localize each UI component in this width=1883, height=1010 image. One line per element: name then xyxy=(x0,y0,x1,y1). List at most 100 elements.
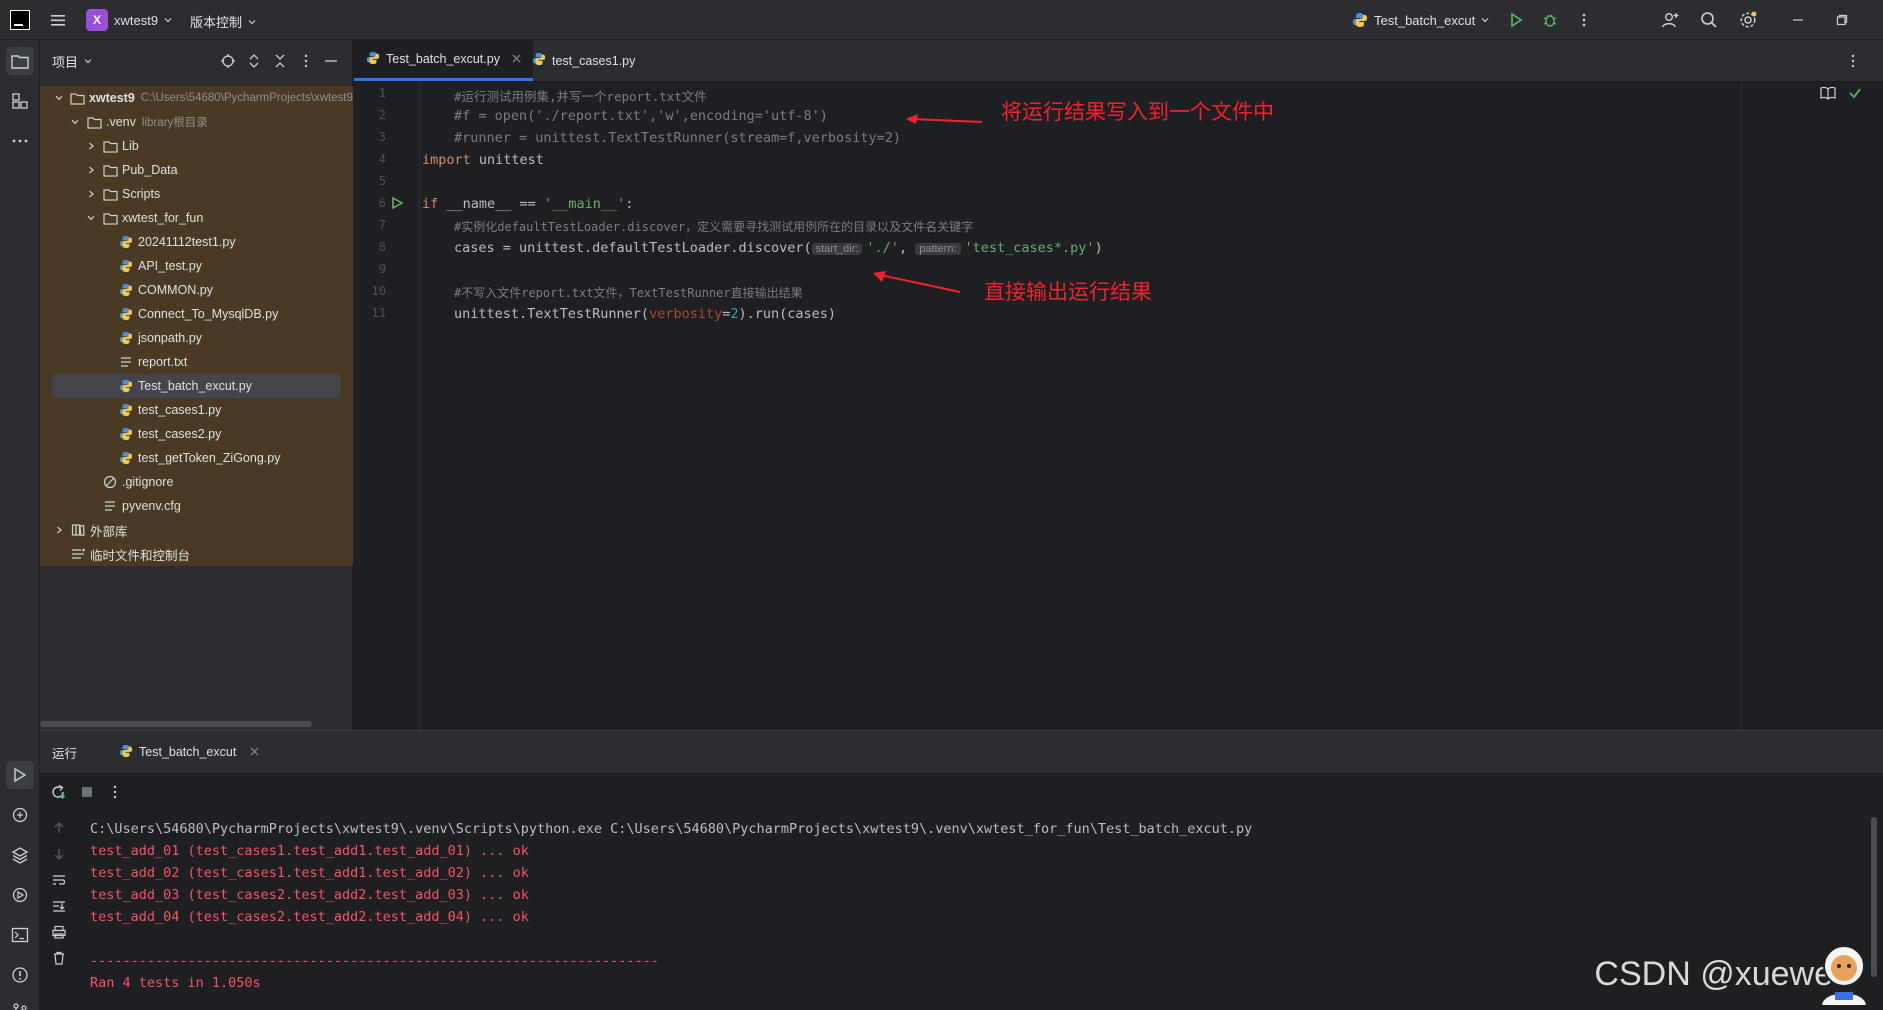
tree-file[interactable]: pyvenv.cfg xyxy=(40,494,353,518)
vcs-menu[interactable]: 版本控制 xyxy=(190,12,256,31)
structure-tool-icon[interactable] xyxy=(6,87,34,115)
rerun-icon[interactable] xyxy=(50,784,66,803)
tree-external-libraries[interactable]: 外部库 xyxy=(40,518,353,542)
locate-icon[interactable] xyxy=(220,53,236,72)
tree-folder-pub-data[interactable]: Pub_Data xyxy=(40,158,353,182)
collapse-all-icon[interactable] xyxy=(272,53,288,72)
more-tools-icon[interactable] xyxy=(6,127,34,155)
run-tab[interactable]: Test_batch_excut xyxy=(111,731,267,773)
chevron-down-icon[interactable] xyxy=(84,57,92,65)
folder-label: Scripts xyxy=(122,187,161,201)
horizontal-scrollbar[interactable] xyxy=(40,721,312,727)
watermark: CSDN @xuewe xyxy=(1594,955,1833,993)
editor-tabs: Test_batch_excut.py test_cases1.py xyxy=(354,40,1883,82)
tab-label: Test_batch_excut.py xyxy=(386,52,500,66)
tree-file-selected[interactable]: Test_batch_excut.py xyxy=(52,374,341,398)
root-path: C:\Users\54680\PycharmProjects\xwtest9 xyxy=(140,92,353,104)
tree-file[interactable]: API_test.py xyxy=(40,254,353,278)
tree-file[interactable]: test_getToken_ZiGong.py xyxy=(40,446,353,470)
reader-mode-icon[interactable] xyxy=(1820,86,1836,104)
run-gutter-icon[interactable] xyxy=(390,196,404,214)
services-icon[interactable] xyxy=(6,881,34,909)
chevron-right-icon[interactable] xyxy=(84,139,98,153)
search-icon[interactable] xyxy=(1695,6,1723,34)
chevron-right-icon[interactable] xyxy=(52,523,66,537)
tree-file[interactable]: report.txt xyxy=(40,350,353,374)
scroll-to-end-icon[interactable] xyxy=(52,899,66,916)
file-label: .gitignore xyxy=(122,475,174,489)
settings-icon[interactable] xyxy=(1734,6,1762,34)
tree-file[interactable]: test_cases1.py xyxy=(40,398,353,422)
main-menu-icon[interactable] xyxy=(48,10,68,30)
comment: #实例化defaultTestLoader.discover，定义需要寻找测试用… xyxy=(454,220,974,234)
tree-folder-xwtest-for-fun[interactable]: xwtest_for_fun xyxy=(40,206,353,230)
tree-folder-scripts[interactable]: Scripts xyxy=(40,182,353,206)
annotation-arrow-2 xyxy=(873,271,961,293)
print-icon[interactable] xyxy=(52,925,66,942)
no-problems-icon[interactable] xyxy=(1848,86,1862,104)
tree-root[interactable]: xwtest9 C:\Users\54680\PycharmProjects\x… xyxy=(40,86,353,110)
chevron-down-icon[interactable] xyxy=(52,91,66,105)
tree-file[interactable]: jsonpath.py xyxy=(40,326,353,350)
project-pane-title[interactable]: 项目 xyxy=(52,52,78,71)
file-label: 20241112test1.py xyxy=(138,235,236,249)
project-switcher[interactable]: X xwtest9 xyxy=(86,9,172,31)
file-label: Test_batch_excut.py xyxy=(138,379,252,393)
app-logo-icon[interactable] xyxy=(10,10,30,30)
code-line-10: #不写入文件report.txt文件，TextTestRunner直接输出结果 xyxy=(454,284,803,301)
title-bar: X xwtest9 版本控制 Test_batch_excut xyxy=(0,0,1883,40)
trash-icon[interactable] xyxy=(52,951,66,968)
tree-file[interactable]: COMMON.py xyxy=(40,278,353,302)
line-number: 4 xyxy=(378,152,386,166)
tree-file[interactable]: Connect_To_MysqlDB.py xyxy=(40,302,353,326)
code-text: , xyxy=(898,240,916,256)
chevron-down-icon[interactable] xyxy=(68,115,82,129)
text-file-icon xyxy=(118,354,134,370)
close-icon[interactable] xyxy=(250,745,259,759)
project-badge: X xyxy=(86,9,108,31)
restore-icon[interactable] xyxy=(1828,6,1856,34)
tree-file[interactable]: .gitignore xyxy=(40,470,353,494)
tree-scratches[interactable]: 临时文件和控制台 xyxy=(40,542,353,566)
more-actions-icon[interactable] xyxy=(1570,6,1598,34)
soft-wrap-icon[interactable] xyxy=(52,873,66,890)
annotation-text-1: 将运行结果写入到一个文件中 xyxy=(1001,100,1274,124)
line-number: 10 xyxy=(371,284,386,298)
python-packages-icon[interactable] xyxy=(6,841,34,869)
add-user-icon[interactable] xyxy=(1656,6,1684,34)
minimize-icon[interactable] xyxy=(1784,6,1812,34)
tab-test-batch-excut[interactable]: Test_batch_excut.py xyxy=(354,40,533,81)
code-text: : xyxy=(625,196,634,212)
options-icon[interactable] xyxy=(298,53,314,72)
chevron-right-icon[interactable] xyxy=(84,187,98,201)
tree-folder-lib[interactable]: Lib xyxy=(40,134,353,158)
python-console-icon[interactable] xyxy=(6,801,34,829)
run-config-selector[interactable]: Test_batch_excut xyxy=(1352,12,1489,28)
scroll-down-icon[interactable] xyxy=(52,847,66,864)
code-editor[interactable]: 1 2 3 4 5 6 7 8 9 10 11 #运行测试用例集,并写一个rep… xyxy=(354,82,1883,730)
code-text: ).run(cases) xyxy=(738,306,837,322)
expand-all-icon[interactable] xyxy=(246,53,262,72)
tree-venv[interactable]: .venv library根目录 xyxy=(40,110,353,134)
tree-file[interactable]: 20241112test1.py xyxy=(40,230,353,254)
scroll-up-icon[interactable] xyxy=(52,821,66,838)
tab-test-cases1[interactable]: test_cases1.py xyxy=(520,40,647,81)
terminal-icon[interactable] xyxy=(6,921,34,949)
run-tool-icon[interactable] xyxy=(6,761,34,789)
project-tool-icon[interactable] xyxy=(6,47,34,75)
problems-icon[interactable] xyxy=(6,961,34,989)
stop-icon[interactable] xyxy=(80,785,94,802)
console-line: test_add_01 (test_cases1.test_add1.test_… xyxy=(90,843,529,859)
git-icon[interactable] xyxy=(6,997,34,1010)
tabs-more-icon[interactable] xyxy=(1845,53,1861,72)
hide-pane-icon[interactable] xyxy=(323,53,339,72)
venv-hint: library根目录 xyxy=(141,117,208,129)
chevron-down-icon[interactable] xyxy=(84,211,98,225)
comment: #运行测试用例集,并写一个report.txt文件 xyxy=(454,89,707,104)
tree-file[interactable]: test_cases2.py xyxy=(40,422,353,446)
debug-icon[interactable] xyxy=(1536,6,1564,34)
run-icon[interactable] xyxy=(1502,6,1530,34)
file-label: COMMON.py xyxy=(138,283,213,297)
chevron-right-icon[interactable] xyxy=(84,163,98,177)
more-options-icon[interactable] xyxy=(108,784,122,803)
